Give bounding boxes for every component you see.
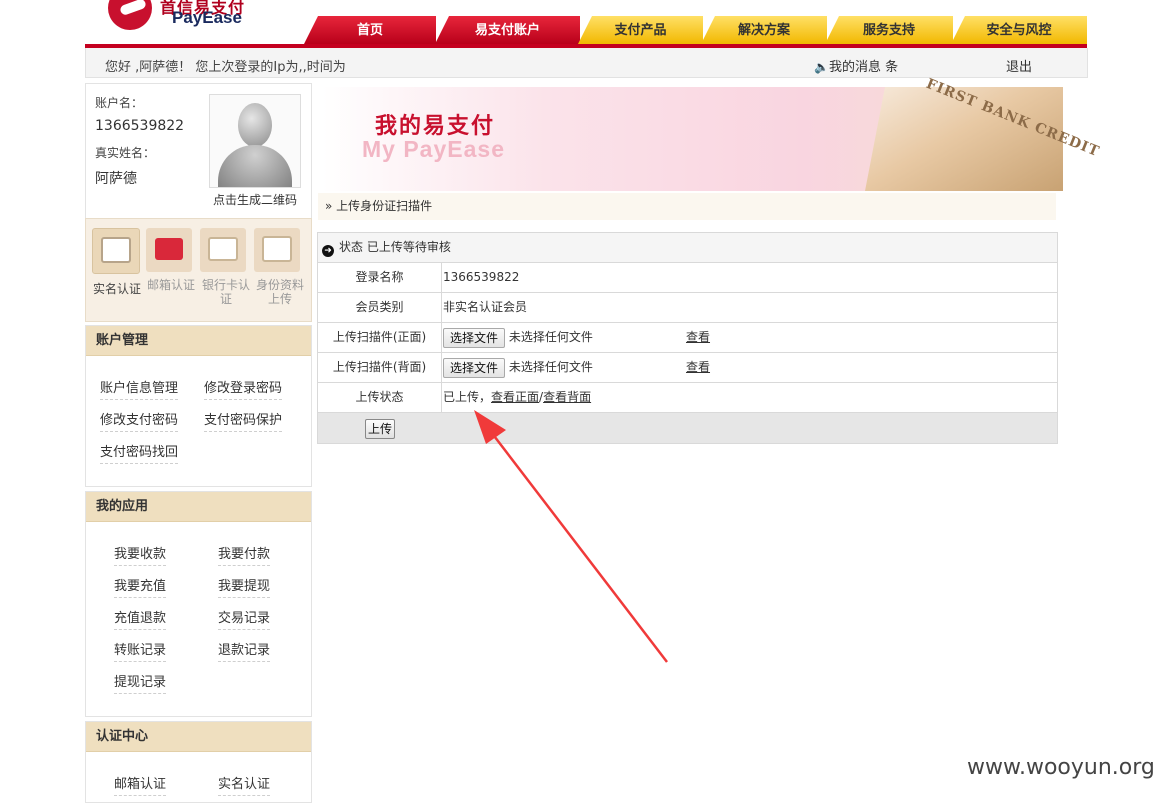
speaker-icon: 🔈 <box>814 60 829 74</box>
member-type-value: 非实名认证会员 <box>443 300 528 314</box>
auth-label-email[interactable]: 邮箱认证 <box>143 278 199 292</box>
messages-link[interactable]: 🔈我的消息 条 <box>814 56 898 75</box>
my-apps-title: 我的应用 <box>86 492 311 522</box>
upload-status-label: 上传状态 <box>318 383 442 412</box>
nav-tab-security[interactable]: 安全与风控 <box>951 16 1087 44</box>
account-mgmt-title: 账户管理 <box>86 326 311 356</box>
breadcrumb: » 上传身份证扫描件 <box>318 193 1056 220</box>
login-name-label: 登录名称 <box>318 263 442 292</box>
recover-pay-password-link[interactable]: 支付密码找回 <box>100 441 179 464</box>
back-upload-label: 上传扫描件(背面) <box>318 353 442 382</box>
view-back-link[interactable]: 查看 <box>686 353 710 382</box>
choose-back-file-button[interactable]: 选择文件 <box>443 357 506 378</box>
generate-qrcode-link[interactable]: 点击生成二维码 <box>213 191 297 208</box>
receive-payment-link[interactable]: 我要收款 <box>114 543 167 566</box>
main-nav: 首页 易支付账户 支付产品 解决方案 服务支持 安全与风控 <box>85 16 1087 44</box>
auth-label-id-upload[interactable]: 身份资料上传 <box>251 278 309 306</box>
auth-label-bankcard[interactable]: 银行卡认证 <box>197 278 255 306</box>
upload-submit-button[interactable]: 上传 <box>365 419 396 439</box>
status-text: 状态 已上传等待审核 <box>339 240 451 254</box>
upload-form: ➜ 状态 已上传等待审核 登录名称 1366539822 会员类别 非实名认证会员… <box>317 232 1058 444</box>
refund-records-link[interactable]: 退款记录 <box>218 639 271 662</box>
avatar-head-icon <box>238 103 272 147</box>
front-no-file-text: 未选择任何文件 <box>508 330 593 344</box>
red-annotation-arrow <box>474 410 668 663</box>
login-name-value: 1366539822 <box>443 270 520 284</box>
nav-tab-products[interactable]: 支付产品 <box>578 16 703 44</box>
view-back-scan-link[interactable]: 查看背面 <box>543 390 591 404</box>
recharge-link[interactable]: 我要充值 <box>114 575 167 598</box>
email-cert-link[interactable]: 邮箱认证 <box>114 773 167 796</box>
banner-title-en: My PayEase <box>362 136 505 162</box>
realname-value: 阿萨德 <box>95 171 137 187</box>
view-front-link[interactable]: 查看 <box>686 323 710 352</box>
nav-tab-account[interactable]: 易支付账户 <box>435 16 580 44</box>
transfer-records-link[interactable]: 转账记录 <box>114 639 167 662</box>
cert-center-title: 认证中心 <box>86 722 311 752</box>
recharge-refund-link[interactable]: 充值退款 <box>114 607 167 630</box>
transaction-records-link[interactable]: 交易记录 <box>218 607 271 630</box>
change-login-password-link[interactable]: 修改登录密码 <box>204 377 283 400</box>
arrow-circle-icon: ➜ <box>322 245 334 257</box>
realname-label: 真实姓名： <box>95 146 156 160</box>
mail-icon[interactable] <box>146 228 192 272</box>
account-label: 账户名： <box>95 96 144 110</box>
avatar-body-icon <box>218 145 292 187</box>
login-name-row: 登录名称 1366539822 <box>318 263 1057 293</box>
greeting-text: 您好 ,阿萨德！ 您上次登录的Ip为,,时间为 <box>105 60 346 75</box>
view-front-scan-link[interactable]: 查看正面 <box>491 390 539 404</box>
status-row: ➜ 状态 已上传等待审核 <box>318 233 1057 263</box>
nav-tab-support[interactable]: 服务支持 <box>825 16 953 44</box>
avatar[interactable] <box>209 94 301 188</box>
realname-cert-link[interactable]: 实名认证 <box>218 773 271 796</box>
change-pay-password-link[interactable]: 修改支付密码 <box>100 409 179 432</box>
account-info-link[interactable]: 账户信息管理 <box>100 377 179 400</box>
make-payment-link[interactable]: 我要付款 <box>218 543 271 566</box>
auth-label-realname[interactable]: 实名认证 <box>89 282 145 296</box>
nav-tab-home[interactable]: 首页 <box>304 16 436 44</box>
withdraw-link[interactable]: 我要提现 <box>218 575 271 598</box>
front-upload-label: 上传扫描件(正面) <box>318 323 442 352</box>
watermark: www.wooyun.org <box>967 755 1155 780</box>
back-upload-row: 上传扫描件(背面) 选择文件 未选择任何文件 查看 <box>318 353 1057 383</box>
account-value: 1366539822 <box>95 118 185 134</box>
member-type-row: 会员类别 非实名认证会员 <box>318 293 1057 323</box>
id-card-icon[interactable] <box>92 228 140 274</box>
member-type-label: 会员类别 <box>318 293 442 322</box>
upload-status-value: 已上传， <box>443 390 492 404</box>
form-footer: 上传 <box>318 413 1057 443</box>
back-no-file-text: 未选择任何文件 <box>508 360 593 374</box>
logout-link[interactable]: 退出 <box>1006 56 1032 75</box>
choose-front-file-button[interactable]: 选择文件 <box>443 327 506 348</box>
bank-card-icon[interactable] <box>200 228 246 272</box>
front-upload-row: 上传扫描件(正面) 选择文件 未选择任何文件 查看 <box>318 323 1057 353</box>
nav-tab-solutions[interactable]: 解决方案 <box>701 16 827 44</box>
withdraw-records-link[interactable]: 提现记录 <box>114 671 167 694</box>
upload-box-icon[interactable] <box>254 228 300 272</box>
upload-status-row: 上传状态 已上传，查看正面/查看背面 <box>318 383 1057 413</box>
pay-password-protect-link[interactable]: 支付密码保护 <box>204 409 283 432</box>
